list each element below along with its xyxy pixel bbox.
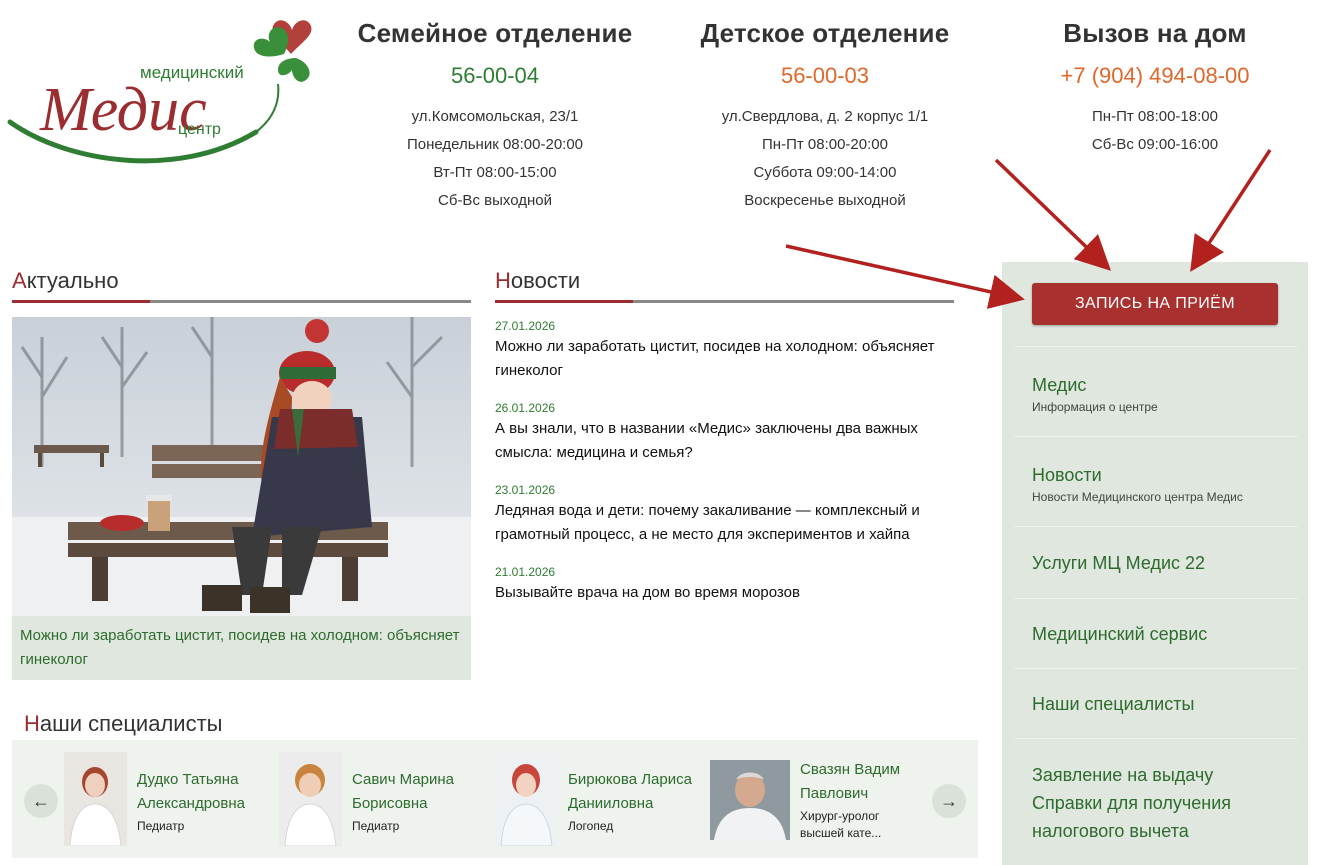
section-heading-news: Новости: [495, 268, 954, 303]
department-phone[interactable]: 56-00-04: [345, 63, 645, 89]
department-title: Детское отделение: [700, 18, 950, 48]
heading-rest: ктуально: [26, 268, 119, 293]
sidebar-item-subtitle: Информация о центре: [1032, 400, 1158, 414]
news-title[interactable]: Ледяная вода и дети: почему закаливание …: [495, 499, 955, 547]
clover-icon: [253, 20, 312, 82]
medis-logo[interactable]: медицинский Медис центр: [6, 12, 326, 172]
specialist-name[interactable]: Савич Марина Борисовна: [352, 768, 492, 816]
section-heading-specialists: Наши специалисты: [24, 711, 222, 741]
specialist-role: Педиатр: [137, 819, 185, 833]
featured-article-caption[interactable]: Можно ли заработать цистит, посидев на х…: [12, 616, 471, 680]
news-date: 21.01.2026: [495, 565, 556, 579]
sidebar-item-label: Медицинский сервис: [1032, 624, 1208, 644]
news-date: 26.01.2026: [495, 401, 556, 415]
specialist-role: Логопед: [568, 819, 614, 833]
heading-rest: аши специалисты: [39, 711, 223, 736]
department-address: ул.Комсомольская, 23/1: [411, 108, 579, 125]
arrow-icon: [1190, 149, 1272, 272]
sidebar-item-medical-service[interactable]: Медицинский сервис: [1014, 598, 1298, 668]
news-date: 23.01.2026: [495, 483, 556, 497]
department-hours: Пн-Пт 08:00-20:00: [762, 136, 888, 153]
sidebar-item-label: Услуги МЦ Медис 22: [1032, 553, 1206, 573]
heading-initial: Н: [495, 268, 511, 293]
heading-rule-accent: [12, 300, 150, 303]
featured-article[interactable]: Можно ли заработать цистит, посидев на х…: [12, 317, 471, 680]
specialist-photo[interactable]: [495, 752, 558, 846]
heading-initial: А: [12, 268, 27, 293]
news-item[interactable]: 21.01.2026 Вызывайте врача на дом во вре…: [495, 563, 955, 605]
contact-home-visit: Вызов на дом +7 (904) 494-08-00 Пн-Пт 08…: [1005, 18, 1305, 159]
specialist-role: Хирург-уролог высшей кате...: [800, 809, 882, 840]
news-list: 27.01.2026 Можно ли заработать цистит, п…: [495, 317, 955, 621]
sidebar-item-medis[interactable]: Медис Информация о центре: [1014, 346, 1298, 436]
logo-word-bottom: центр: [178, 121, 221, 138]
sidebar-item-subtitle: Новости Медицинского центра Медис: [1032, 490, 1243, 504]
sidebar-item-label: Медис: [1032, 375, 1087, 395]
section-heading-actual: Актуально: [12, 268, 471, 303]
news-item[interactable]: 26.01.2026 А вы знали, что в названии «М…: [495, 399, 955, 465]
department-hours: Воскресенье выходной: [744, 192, 906, 209]
heading-rule-accent: [495, 300, 633, 303]
news-title[interactable]: А вы знали, что в названии «Медис» заклю…: [495, 417, 955, 465]
department-hours: Сб-Вс выходной: [438, 192, 552, 209]
department-phone[interactable]: 56-00-03: [675, 63, 975, 89]
specialist-photo[interactable]: [710, 760, 790, 840]
sidebar-item-tax-certificate[interactable]: Заявление на выдачу Справки для получени…: [1014, 738, 1298, 865]
specialist-photo[interactable]: [64, 752, 127, 846]
news-item[interactable]: 23.01.2026 Ледяная вода и дети: почему з…: [495, 481, 955, 547]
department-hours: Пн-Пт 08:00-18:00: [1092, 108, 1218, 125]
contact-kids-department: Детское отделение 56-00-03 ул.Свердлова,…: [675, 18, 975, 215]
sidebar-item-services[interactable]: Услуги МЦ Медис 22: [1014, 526, 1298, 598]
heading-initial: Н: [24, 711, 40, 736]
department-hours: Сб-Вс 09:00-16:00: [1091, 136, 1219, 153]
specialist-photo[interactable]: [279, 752, 342, 846]
department-phone[interactable]: +7 (904) 494-08-00: [1005, 63, 1305, 89]
arrow-icon: [994, 158, 1112, 271]
specialist-name[interactable]: Дудко Татьяна Александровна: [137, 768, 277, 816]
appointment-button[interactable]: ЗАПИСЬ НА ПРИЁМ: [1032, 283, 1278, 325]
sidebar-item-news[interactable]: Новости Новости Медицинского центра Меди…: [1014, 436, 1298, 526]
department-hours: Суббота 09:00-14:00: [753, 164, 897, 181]
featured-article-image[interactable]: [12, 317, 471, 616]
specialists-carousel: ← Дудко Татьяна Александровна Педиатр Са…: [12, 740, 978, 858]
specialist-name[interactable]: Свазян Вадим Павлович: [800, 758, 940, 806]
carousel-prev-button[interactable]: ←: [24, 784, 58, 818]
sidebar: ЗАПИСЬ НА ПРИЁМ Медис Информация о центр…: [1002, 262, 1308, 865]
department-address: ул.Свердлова, д. 2 корпус 1/1: [721, 108, 929, 125]
specialist-role: Педиатр: [352, 819, 400, 833]
specialist-name[interactable]: Бирюкова Лариса Данииловна: [568, 768, 708, 816]
news-date: 27.01.2026: [495, 319, 556, 333]
heading-rest: овости: [510, 268, 581, 293]
carousel-next-button[interactable]: →: [932, 784, 966, 818]
news-item[interactable]: 27.01.2026 Можно ли заработать цистит, п…: [495, 317, 955, 383]
sidebar-item-label: Заявление на выдачу Справки для получени…: [1032, 765, 1232, 841]
contact-family-department: Семейное отделение 56-00-04 ул.Комсомоль…: [345, 18, 645, 215]
department-hours: Вт-Пт 08:00-15:00: [433, 164, 557, 181]
department-title: Вызов на дом: [1063, 18, 1247, 48]
sidebar-item-label: Наши специалисты: [1032, 694, 1195, 714]
news-title[interactable]: Вызывайте врача на дом во время морозов: [495, 581, 955, 605]
sidebar-item-label: Новости: [1032, 465, 1102, 485]
news-title[interactable]: Можно ли заработать цистит, посидев на х…: [495, 335, 955, 383]
sidebar-item-specialists[interactable]: Наши специалисты: [1014, 668, 1298, 738]
department-hours: Понедельник 08:00-20:00: [406, 136, 584, 153]
department-title: Семейное отделение: [357, 18, 633, 48]
